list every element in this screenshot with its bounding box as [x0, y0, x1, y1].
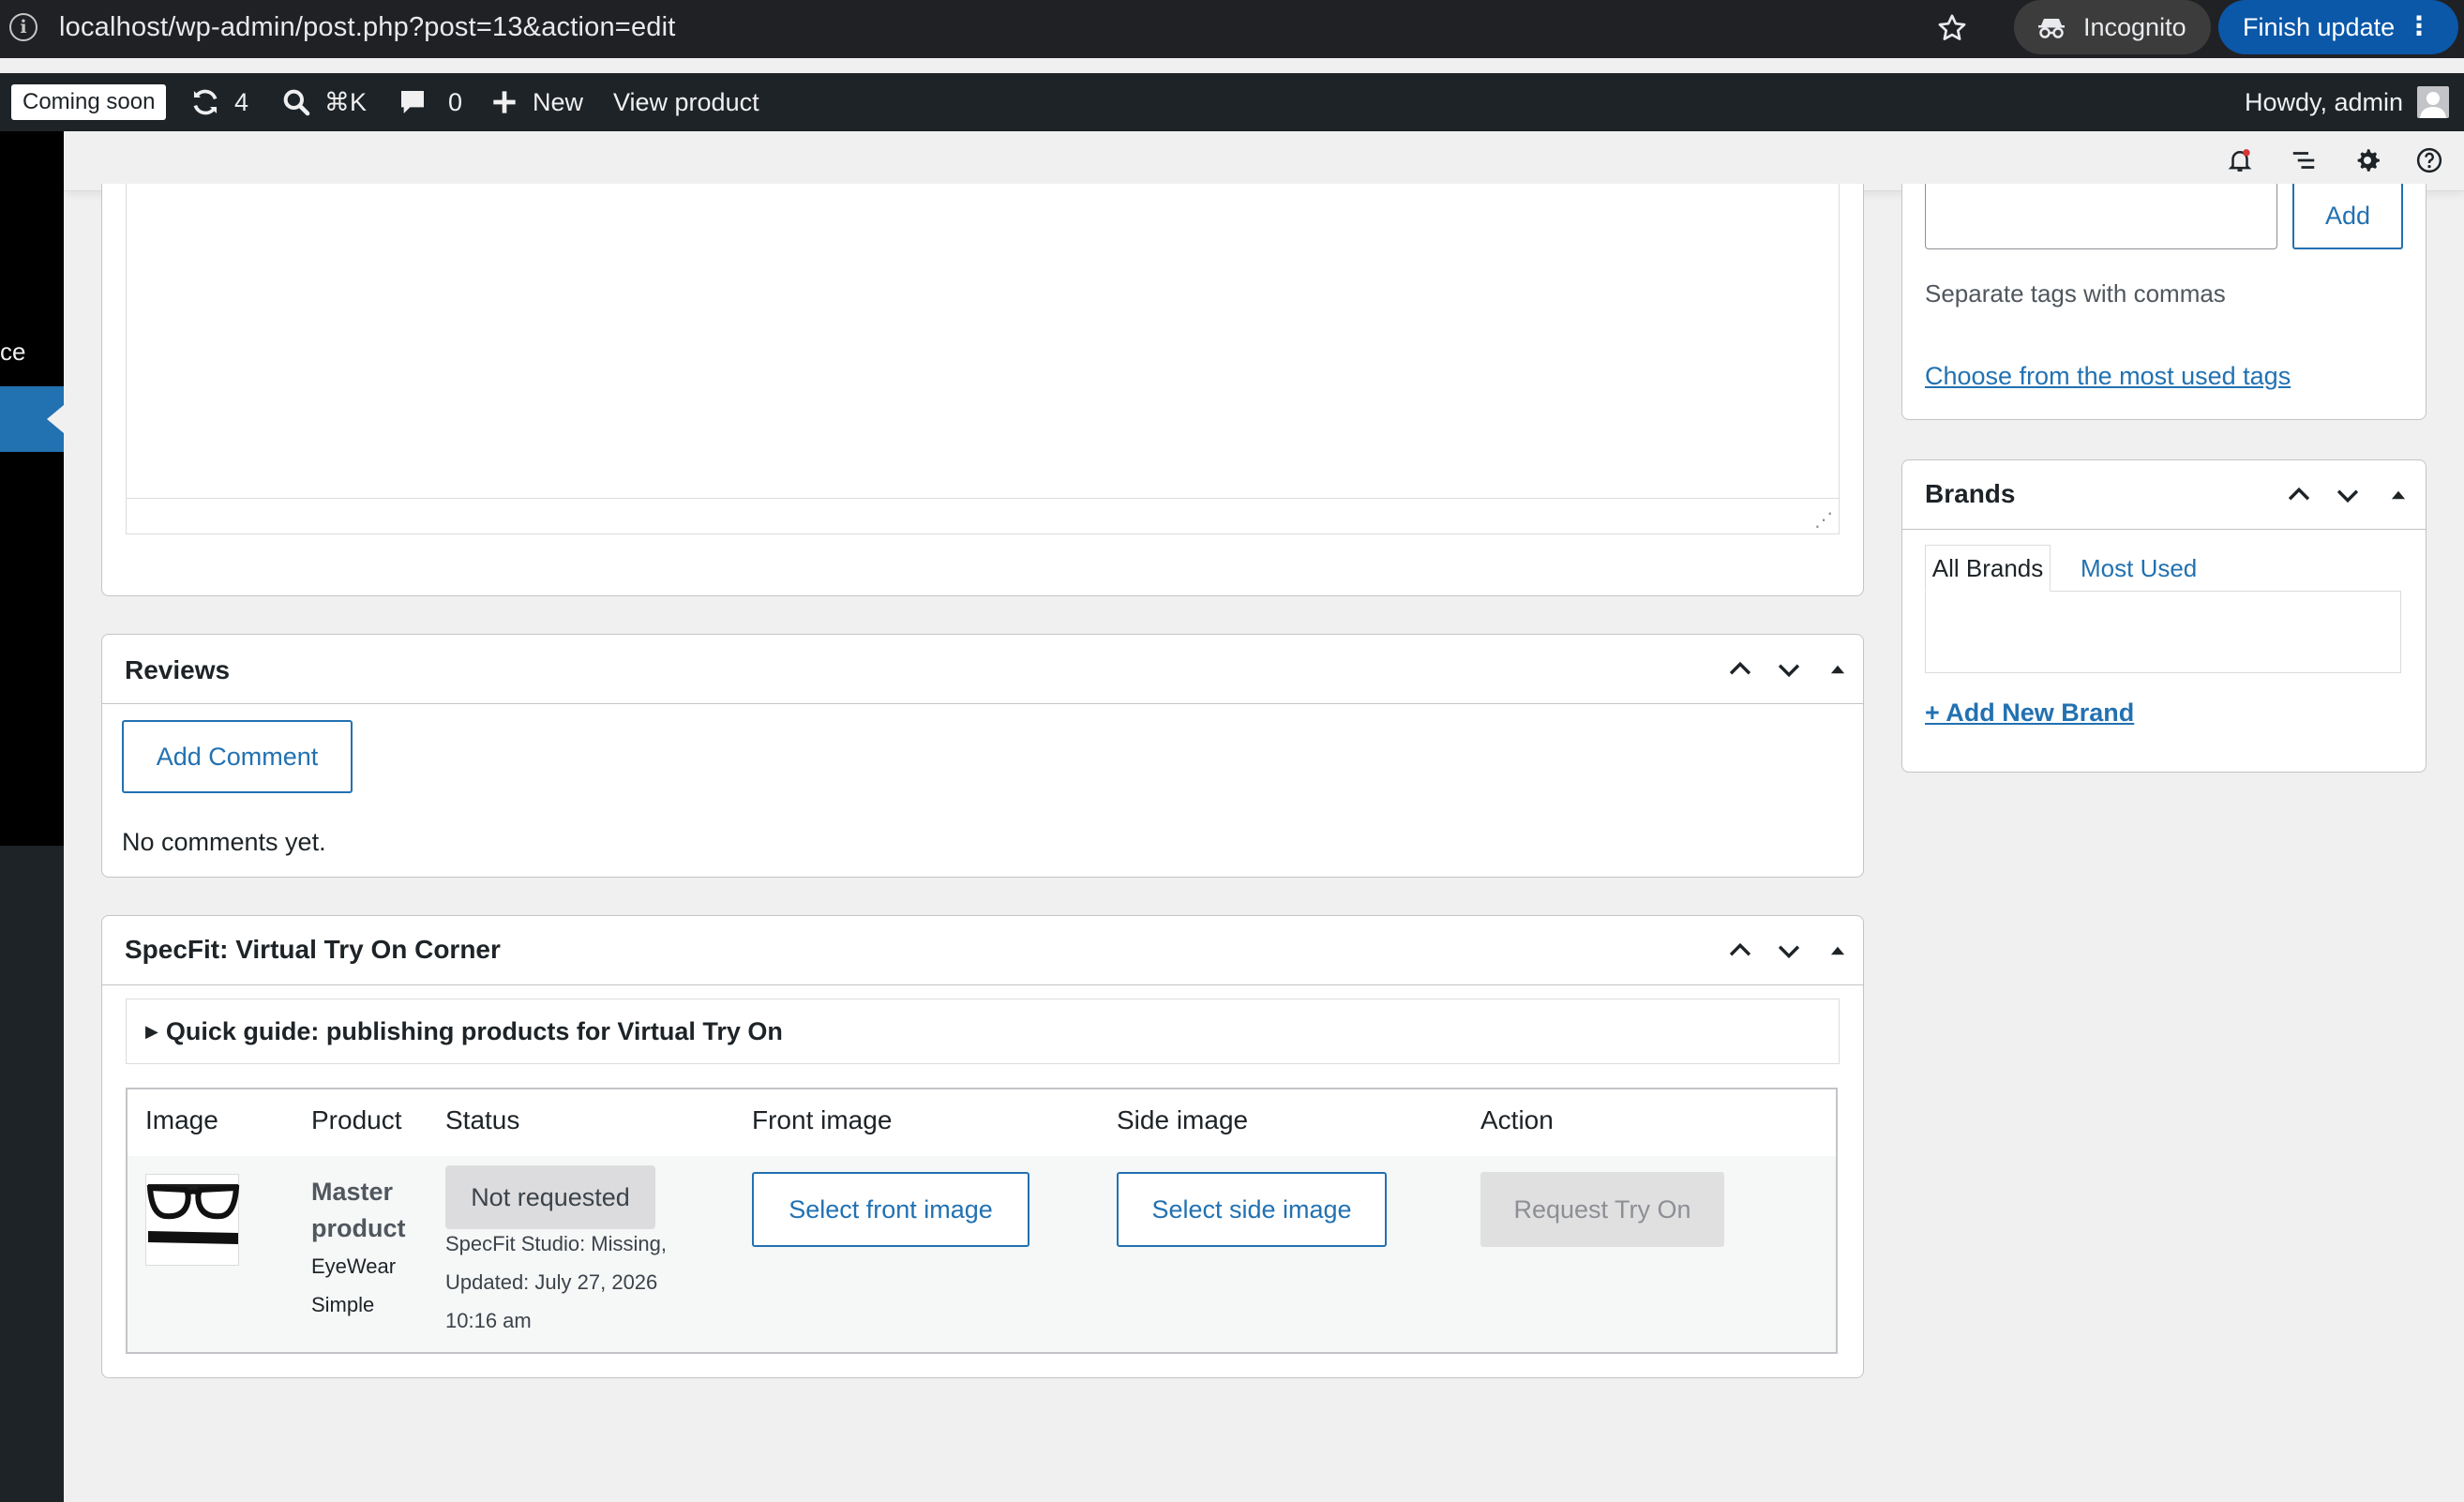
updates-count: 4 — [234, 87, 249, 116]
incognito-indicator[interactable]: Incognito — [2014, 0, 2211, 54]
move-up-chevron-icon[interactable] — [2283, 479, 2315, 511]
brands-box-header: Brands — [1902, 460, 2426, 530]
avatar[interactable] — [2417, 86, 2449, 118]
editor-top-toolbar — [64, 131, 2464, 191]
new-tag-input[interactable] — [1925, 184, 2277, 249]
select-front-image-button[interactable]: Select front image — [752, 1172, 1029, 1247]
incognito-icon — [2038, 19, 2065, 38]
search-icon — [283, 89, 310, 116]
view-product-label: View product — [613, 87, 759, 116]
collapse-toggle-icon[interactable] — [1822, 653, 1854, 685]
coming-soon-badge[interactable]: Coming soon — [11, 84, 167, 120]
search-shortcut: ⌘K — [324, 87, 368, 116]
move-down-chevron-icon[interactable] — [1773, 653, 1805, 685]
most-used-tags-link[interactable]: Choose from the most used tags — [1925, 362, 2291, 391]
column-header-product: Product — [311, 1105, 402, 1134]
product-name-line2: product — [311, 1214, 406, 1242]
tags-hint: Separate tags with commas — [1925, 279, 2226, 308]
product-description-box: ⋰ — [101, 184, 1864, 596]
add-tag-button[interactable]: Add — [2292, 184, 2403, 249]
editor-resize-handle[interactable]: ⋰ — [1814, 508, 1833, 532]
command-search[interactable]: ⌘K — [281, 73, 367, 131]
incognito-label: Incognito — [2083, 12, 2186, 41]
account-menu[interactable]: Howdy, admin — [2245, 73, 2403, 131]
site-info-icon[interactable]: i — [9, 13, 38, 41]
add-new-brand-link[interactable]: + Add New Brand — [1925, 698, 2134, 728]
product-thumbnail[interactable] — [145, 1174, 240, 1266]
comments-count: 0 — [448, 87, 463, 116]
brands-tab-all-label: All Brands — [1931, 553, 2044, 582]
add-comment-button[interactable]: Add Comment — [122, 720, 353, 793]
move-down-chevron-icon[interactable] — [2332, 479, 2364, 511]
status-detail-line2: Updated: July 27, 2026 — [445, 1270, 658, 1294]
editor-status-bar: ⋰ — [127, 498, 1839, 533]
quick-guide-label: Quick guide: publishing products for Vir… — [165, 1016, 783, 1045]
quick-guide-details[interactable]: ▶ Quick guide: publishing products for V… — [126, 999, 1840, 1064]
finish-update-button[interactable]: Finish update ⋮ — [2218, 0, 2458, 54]
status-detail-line1: SpecFit Studio: Missing, — [445, 1232, 667, 1255]
move-up-chevron-icon[interactable] — [1724, 653, 1756, 685]
sidebar-active-arrow — [47, 405, 64, 433]
move-down-chevron-icon[interactable] — [1773, 935, 1805, 967]
settings-gear-icon[interactable] — [2353, 146, 2381, 174]
reviews-box-header: Reviews — [102, 635, 1863, 704]
no-comments-text: No comments yet. — [122, 828, 326, 856]
column-header-status: Status — [445, 1105, 520, 1134]
wp-admin-bar: Coming soon 4 ⌘K 0 New View product Howd… — [0, 73, 2464, 131]
status-badge: Not requested — [445, 1165, 655, 1229]
status-badge-label: Not requested — [471, 1182, 630, 1211]
column-header-image: Image — [145, 1105, 218, 1134]
select-side-image-button[interactable]: Select side image — [1117, 1172, 1387, 1247]
status-detail-line3: 10:16 am — [445, 1309, 532, 1332]
reviews-box-title: Reviews — [125, 655, 231, 684]
comments-menu[interactable]: 0 — [398, 73, 462, 131]
help-icon[interactable] — [2415, 146, 2443, 174]
admin-sidebar-menu — [0, 131, 64, 846]
new-label: New — [533, 87, 584, 116]
sidebar-item-partial-label[interactable]: ce — [0, 338, 25, 367]
disclosure-triangle-icon: ▶ — [145, 1021, 158, 1041]
howdy-label: Howdy, admin — [2245, 87, 2404, 116]
new-content-menu[interactable]: New — [491, 73, 583, 131]
bookmark-star-icon[interactable] — [1935, 11, 1969, 45]
browser-toolbar: i localhost/wp-admin/post.php?post=13&ac… — [0, 0, 2464, 58]
product-category: EyeWear — [311, 1254, 397, 1278]
address-bar-url[interactable]: localhost/wp-admin/post.php?post=13&acti… — [59, 12, 676, 43]
product-tags-box: Add Separate tags with commas Choose fro… — [1901, 184, 2426, 420]
column-header-action: Action — [1480, 1105, 1554, 1134]
plus-icon — [493, 91, 516, 113]
list-view-icon[interactable] — [2290, 146, 2318, 174]
updates-menu[interactable]: 4 — [189, 73, 248, 131]
eyeglasses-icon — [146, 1184, 240, 1244]
finish-update-label: Finish update — [2243, 12, 2396, 41]
brands-checklist[interactable] — [1925, 591, 2401, 673]
notification-bell-icon[interactable] — [2226, 146, 2254, 174]
collapse-toggle-icon[interactable] — [1822, 935, 1854, 967]
browser-menu-icon[interactable]: ⋮ — [2406, 13, 2432, 39]
column-header-front-image: Front image — [752, 1105, 893, 1134]
view-product-link[interactable]: View product — [613, 73, 759, 131]
collapse-toggle-icon[interactable] — [2382, 479, 2414, 511]
comment-bubble-icon — [401, 91, 424, 113]
brands-tab-all[interactable]: All Brands — [1925, 545, 2051, 592]
product-type: Simple — [311, 1293, 375, 1316]
specfit-box-title: SpecFit: Virtual Try On Corner — [125, 935, 501, 964]
updates-icon — [193, 89, 218, 115]
description-editor-area[interactable]: ⋰ — [126, 184, 1840, 534]
brands-tab-most-used[interactable]: Most Used — [2081, 554, 2197, 583]
brands-box: Brands All Brands Most Used + Add New Br… — [1901, 459, 2426, 773]
avatar-silhouette-icon — [2420, 92, 2446, 118]
brands-box-title: Brands — [1925, 479, 2016, 508]
product-name-line1: Master — [311, 1178, 394, 1206]
reviews-box: Reviews Add Comment No comments yet. — [101, 634, 1864, 878]
specfit-box-header: SpecFit: Virtual Try On Corner — [102, 916, 1863, 985]
column-header-side-image: Side image — [1117, 1105, 1249, 1134]
move-up-chevron-icon[interactable] — [1724, 935, 1756, 967]
request-try-on-button[interactable]: Request Try On — [1480, 1172, 1724, 1247]
